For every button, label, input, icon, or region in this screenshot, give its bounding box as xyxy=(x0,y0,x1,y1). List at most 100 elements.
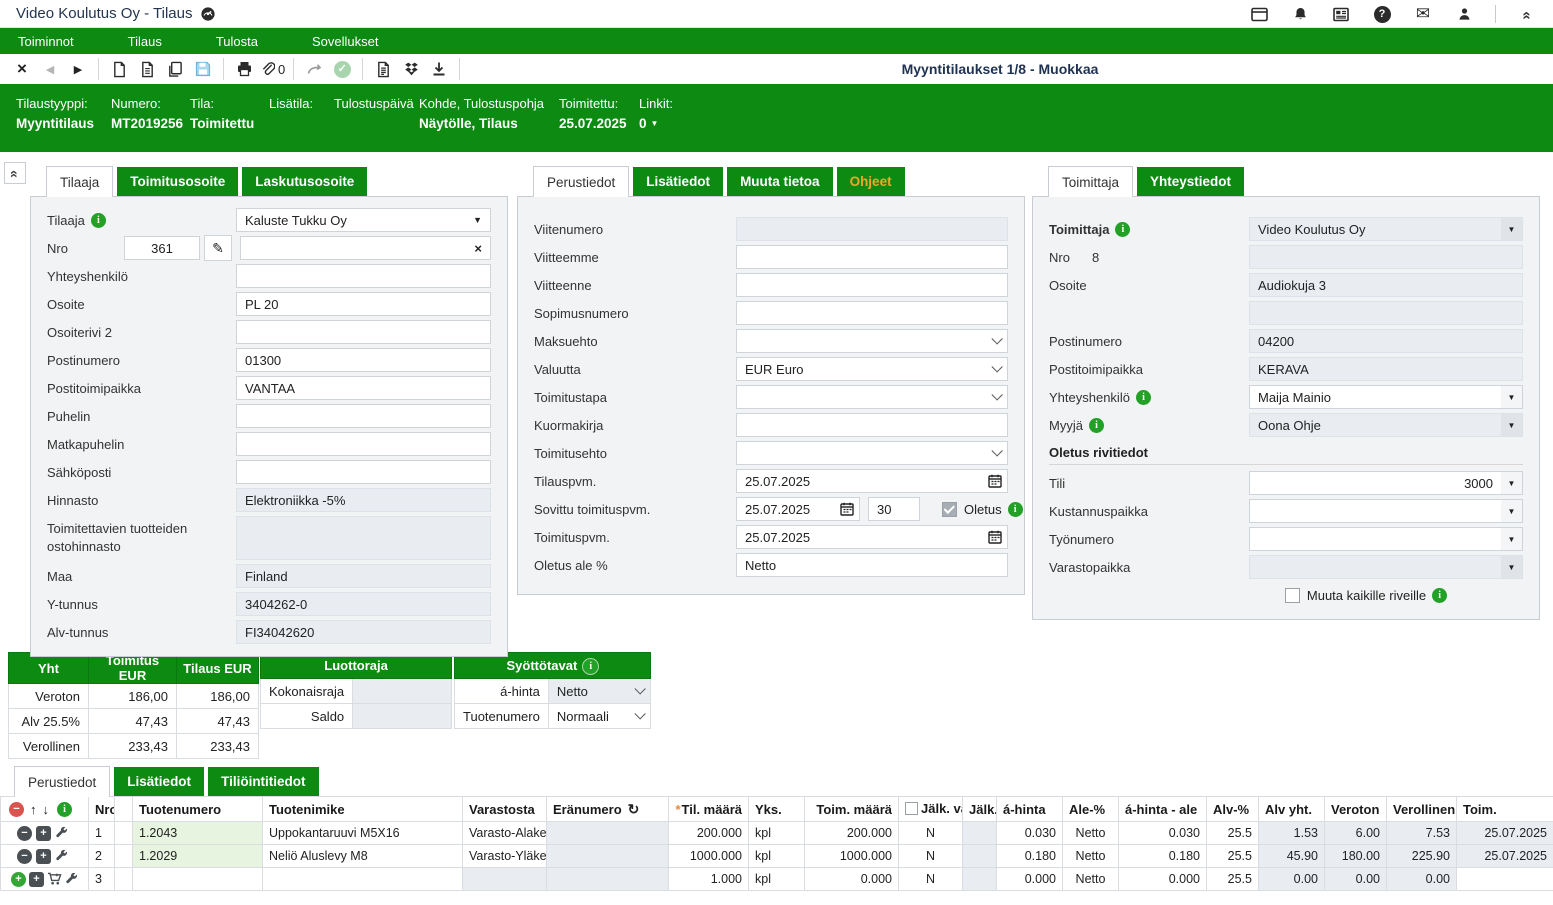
next-record-button[interactable]: ▶ xyxy=(66,57,90,81)
tab-toimittaja[interactable]: Toimittaja xyxy=(1048,166,1133,197)
viitteenne-input[interactable] xyxy=(736,273,1008,297)
delivery-days-input[interactable]: 30 xyxy=(868,497,920,521)
tyonumero-select[interactable] xyxy=(1249,527,1501,551)
osoiterivi2-input[interactable] xyxy=(236,320,491,344)
line-tuotenumero[interactable]: 1.2043 xyxy=(133,822,263,845)
line-toim-maara[interactable]: 1000.000 xyxy=(805,845,899,868)
user-icon[interactable] xyxy=(1452,2,1476,26)
info-icon[interactable]: i xyxy=(91,213,106,228)
line-alv[interactable]: 25.5 xyxy=(1207,822,1259,845)
delete-all-rows-icon[interactable]: − xyxy=(9,802,24,817)
collapse-panels-button[interactable]: « xyxy=(4,162,26,184)
info-icon[interactable]: i xyxy=(57,802,72,817)
tab-lines-lisatiedot[interactable]: Lisätiedot xyxy=(114,767,204,796)
sahkoposti-input[interactable] xyxy=(236,460,491,484)
calendar-icon[interactable] xyxy=(834,497,860,521)
edit-customer-button[interactable]: ✎ xyxy=(204,235,232,261)
info-icon[interactable]: i xyxy=(1089,418,1104,433)
copy-row-icon[interactable]: + xyxy=(29,872,44,887)
line-varastosta[interactable]: Varasto-Yläke xyxy=(463,845,547,868)
tab-lisatiedot[interactable]: Lisätiedot xyxy=(633,167,723,196)
line-jalk-val[interactable]: N xyxy=(899,845,963,868)
dropdown-icon[interactable]: ▼ xyxy=(1501,217,1523,241)
toimittaja-select[interactable]: Video Koulutus Oy xyxy=(1249,217,1501,241)
dropdown-icon[interactable]: ▼ xyxy=(1501,385,1523,409)
matkapuhelin-input[interactable] xyxy=(236,432,491,456)
menu-sovellukset[interactable]: Sovellukset xyxy=(296,34,394,49)
dropdown-icon[interactable]: ▼ xyxy=(1501,499,1523,523)
calendar-icon[interactable] xyxy=(982,525,1008,549)
info-icon[interactable]: i xyxy=(1136,390,1151,405)
save-button[interactable] xyxy=(191,57,215,81)
line-a-hinta[interactable]: 0.030 xyxy=(997,822,1063,845)
wrench-icon[interactable] xyxy=(55,826,69,840)
banner-linkit-dropdown[interactable]: 0▼ xyxy=(639,116,699,136)
line-toim-maara[interactable]: 0.000 xyxy=(805,868,899,891)
menu-tulosta[interactable]: Tulosta xyxy=(200,34,274,49)
a-hinta-select[interactable]: Netto xyxy=(548,679,650,704)
toimituspvm-input[interactable]: 25.07.2025 xyxy=(736,525,982,549)
print-button[interactable] xyxy=(232,57,256,81)
tilauspvm-input[interactable]: 25.07.2025 xyxy=(736,469,982,493)
line-alv[interactable]: 25.5 xyxy=(1207,868,1259,891)
menu-toiminnot[interactable]: Toiminnot xyxy=(2,34,90,49)
new-document-button[interactable] xyxy=(107,57,131,81)
close-button[interactable]: × xyxy=(10,57,34,81)
kuormakirja-input[interactable] xyxy=(736,413,1008,437)
yhteyshenkilo-select[interactable]: Maija Mainio xyxy=(1249,385,1501,409)
line-a-hinta[interactable]: 0.180 xyxy=(997,845,1063,868)
line-til-maara[interactable]: 200.000 xyxy=(669,822,749,845)
dropdown-icon[interactable]: ▼ xyxy=(1501,413,1523,437)
help-icon[interactable]: ? xyxy=(1370,2,1394,26)
news-icon[interactable] xyxy=(1329,2,1353,26)
line-ale[interactable]: Netto xyxy=(1063,822,1119,845)
toimitusehto-select[interactable] xyxy=(736,441,1008,465)
dropdown-icon[interactable]: ▼ xyxy=(1501,555,1523,579)
postinumero-input[interactable]: 01300 xyxy=(236,348,491,372)
info-icon[interactable]: i xyxy=(1008,502,1023,517)
info-icon[interactable]: i xyxy=(1432,588,1447,603)
yhteyshenkilo-input[interactable] xyxy=(236,264,491,288)
download-button[interactable] xyxy=(427,57,451,81)
sovittu-toimituspvm-input[interactable]: 25.07.2025 xyxy=(736,497,834,521)
tab-yhteystiedot[interactable]: Yhteystiedot xyxy=(1137,167,1244,196)
oletus-ale-input[interactable]: Netto xyxy=(736,553,1008,577)
jalk-val-checkbox[interactable] xyxy=(905,802,918,815)
line-til-maara[interactable]: 1000.000 xyxy=(669,845,749,868)
info-icon[interactable]: i xyxy=(1115,222,1130,237)
invoice-document-button[interactable] xyxy=(371,57,395,81)
copy-document-button[interactable] xyxy=(163,57,187,81)
line-toim-maara[interactable]: 200.000 xyxy=(805,822,899,845)
add-row-icon[interactable]: + xyxy=(11,872,26,887)
customer-number-input[interactable]: 361 xyxy=(124,236,200,260)
dropbox-button[interactable] xyxy=(399,57,423,81)
copy-row-icon[interactable]: + xyxy=(36,826,51,841)
myyja-select[interactable]: Oona Ohje xyxy=(1249,413,1501,437)
customer-search-input[interactable]: × xyxy=(240,236,491,260)
tilaaja-select[interactable]: Kaluste Tukku Oy▼ xyxy=(236,208,491,232)
open-document-button[interactable] xyxy=(135,57,159,81)
line-a-hinta[interactable]: 0.000 xyxy=(997,868,1063,891)
varastopaikka-select[interactable] xyxy=(1249,555,1501,579)
window-icon[interactable] xyxy=(1247,2,1271,26)
maksuehto-select[interactable] xyxy=(736,329,1008,353)
line-tuotenumero[interactable] xyxy=(133,868,263,891)
move-row-up-icon[interactable]: ↑ xyxy=(30,802,37,817)
oletus-checkbox[interactable] xyxy=(942,502,957,517)
tab-lines-perustiedot[interactable]: Perustiedot xyxy=(14,766,110,797)
notifications-bell-icon[interactable] xyxy=(1288,2,1312,26)
line-tuotenimike[interactable]: Uppokantaruuvi M5X16 xyxy=(263,822,463,845)
dropdown-icon[interactable]: ▼ xyxy=(1501,527,1523,551)
line-jalk-val[interactable]: N xyxy=(899,868,963,891)
line-tuotenumero[interactable]: 1.2029 xyxy=(133,845,263,868)
delete-row-icon[interactable]: − xyxy=(17,826,32,841)
tab-perustiedot[interactable]: Perustiedot xyxy=(533,166,629,197)
attachments-button[interactable]: 0 xyxy=(260,57,285,81)
line-alv[interactable]: 25.5 xyxy=(1207,845,1259,868)
line-ale[interactable]: Netto xyxy=(1063,868,1119,891)
refresh-icon[interactable]: ↻ xyxy=(628,801,640,817)
menu-tilaus[interactable]: Tilaus xyxy=(112,34,178,49)
info-icon[interactable]: i xyxy=(583,659,598,674)
line-jalk-val[interactable]: N xyxy=(899,822,963,845)
viitteemme-input[interactable] xyxy=(736,245,1008,269)
